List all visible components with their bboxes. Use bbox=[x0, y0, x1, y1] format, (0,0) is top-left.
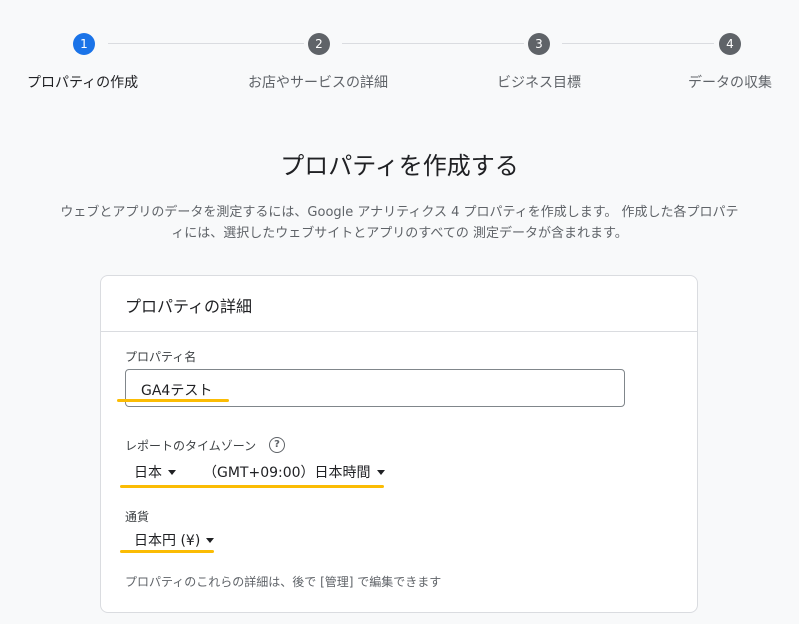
page-description: ウェブとアプリのデータを測定するには、Google アナリティクス 4 プロパテ… bbox=[24, 202, 775, 244]
page-title: プロパティを作成する bbox=[280, 152, 519, 180]
timezone-label: レポートのタイムゾーン bbox=[125, 439, 257, 453]
currency-label: 通貨 bbox=[125, 510, 150, 524]
step-1-indicator: 1 bbox=[73, 33, 95, 55]
step-4-indicator: 4 bbox=[719, 33, 741, 55]
step-3-label: ビジネス目標 bbox=[497, 75, 581, 91]
currency-value: 日本円 (¥) bbox=[134, 533, 201, 549]
step-connector bbox=[108, 43, 304, 44]
country-value: 日本 bbox=[134, 465, 162, 481]
step-4-label: データの収集 bbox=[688, 75, 772, 91]
property-name-highlight bbox=[117, 399, 229, 402]
step-2-label: お店やサービスの詳細 bbox=[248, 75, 388, 91]
step-3-indicator: 3 bbox=[528, 33, 550, 55]
edit-later-note: プロパティのこれらの詳細は、後で [管理] で編集できます bbox=[125, 575, 442, 589]
property-name-label: プロパティ名 bbox=[125, 350, 197, 364]
property-details-card: プロパティの詳細 プロパティ名 GA4テスト レポートのタイムゾーン ? 日本 … bbox=[100, 275, 698, 613]
step-connector bbox=[342, 43, 524, 44]
caret-down-icon bbox=[168, 470, 176, 475]
page-description-line-2: ィには、選択したウェブサイトとアプリのすべての 測定データが含まれます。 bbox=[171, 226, 628, 241]
currency-dropdown[interactable]: 日本円 (¥) bbox=[134, 530, 215, 550]
stepper: 1 2 3 4 プロパティの作成 お店やサービスの詳細 ビジネス目標 データの収… bbox=[0, 0, 799, 100]
step-2-indicator: 2 bbox=[308, 33, 330, 55]
card-header: プロパティの詳細 bbox=[101, 276, 697, 332]
caret-down-icon bbox=[206, 538, 215, 543]
page-description-line-1: ウェブとアプリのデータを測定するには、Google アナリティクス 4 プロパテ… bbox=[60, 205, 739, 220]
caret-down-icon bbox=[376, 470, 385, 475]
step-1-label: プロパティの作成 bbox=[27, 75, 139, 91]
timezone-value: （GMT+09:00）日本時間 bbox=[203, 465, 371, 481]
country-dropdown[interactable]: 日本 bbox=[134, 462, 176, 482]
help-circle-icon[interactable]: ? bbox=[269, 437, 285, 453]
timezone-dropdown[interactable]: （GMT+09:00）日本時間 bbox=[203, 462, 385, 482]
step-connector bbox=[562, 43, 714, 44]
timezone-highlight bbox=[120, 485, 384, 488]
currency-highlight bbox=[120, 550, 214, 553]
